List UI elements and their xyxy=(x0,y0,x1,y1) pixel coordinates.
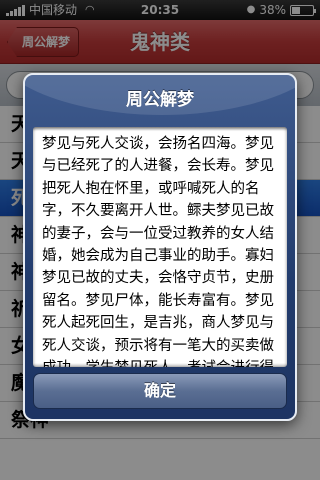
alert-message: 梦见与死人交谈，会扬名四海。梦见与已经死了的人进餐，会长寿。梦见把死人抱在怀里，… xyxy=(42,136,274,367)
alert-title: 周公解梦 xyxy=(126,90,194,110)
confirm-button[interactable]: 确定 xyxy=(33,373,287,409)
alert-message-box[interactable]: 梦见与死人交谈，会扬名四海。梦见与已经死了的人进餐，会长寿。梦见把死人抱在怀里，… xyxy=(33,127,287,367)
alert-dialog: 周公解梦 梦见与死人交谈，会扬名四海。梦见与已经死了的人进餐，会长寿。梦见把死人… xyxy=(23,73,297,421)
